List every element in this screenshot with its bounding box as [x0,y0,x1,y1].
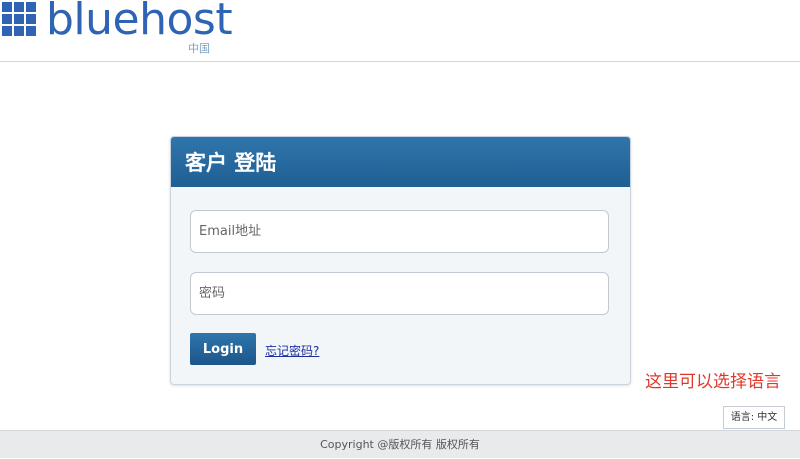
language-hint-note: 这里可以选择语言 [645,372,781,392]
email-input[interactable] [190,210,609,253]
login-panel-header: 客户 登陆 [171,137,630,187]
login-button[interactable]: Login [190,333,256,365]
language-selector[interactable]: 语言: 中文 [723,406,785,429]
forgot-password-link[interactable]: 忘记密码? [265,342,319,359]
logo-subtitle: 中国 [188,42,210,55]
footer-copyright: Copyright @版权所有 版权所有 [0,430,800,458]
site-header: bluehost 中国 [0,0,800,62]
bluehost-logo-icon[interactable] [2,2,36,36]
logo-text[interactable]: bluehost [46,0,233,45]
login-title: 客户 登陆 [185,151,277,175]
password-input[interactable] [190,272,609,315]
login-panel: 客户 登陆 Login 忘记密码? [170,136,631,385]
